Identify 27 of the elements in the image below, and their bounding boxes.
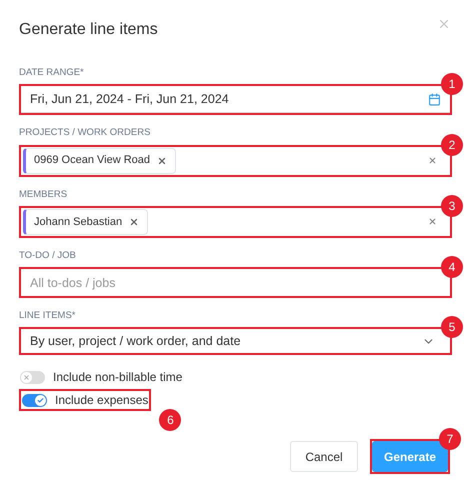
toggle-label: Include non-billable time — [53, 369, 182, 386]
step-number-badge: 6 — [159, 409, 182, 432]
dialog-title: Generate line items — [19, 20, 158, 40]
remove-icon[interactable] — [129, 216, 140, 227]
field-label: PROJECTS / WORK ORDERS — [19, 126, 152, 140]
step-number-badge: 3 — [441, 194, 463, 217]
step-number-badge: 4 — [441, 256, 463, 278]
step-number-badge: 1 — [441, 73, 463, 96]
tag-chip[interactable]: 0969 Ocean View Road — [23, 148, 176, 174]
field-label: DATE RANGE* — [19, 66, 85, 80]
check-icon — [37, 396, 44, 404]
step-number-badge: 7 — [439, 428, 461, 450]
cancel-button[interactable]: Cancel — [290, 441, 358, 472]
field-label: MEMBERS — [19, 188, 68, 202]
remove-icon[interactable] — [157, 156, 167, 166]
field-label: TO-DO / JOB — [19, 248, 77, 263]
step-number-badge: 2 — [441, 134, 463, 156]
field-label: LINE ITEMS* — [19, 309, 76, 323]
clear-icon[interactable] — [428, 156, 437, 165]
calendar-icon[interactable] — [428, 92, 441, 106]
step-number-badge: 5 — [441, 316, 463, 338]
toggle-switch[interactable] — [22, 394, 47, 407]
toggle-switch[interactable] — [20, 370, 45, 384]
toggle-label: Include expenses — [55, 392, 148, 410]
tag-chip[interactable]: Johann Sebastian — [23, 208, 148, 235]
cross-icon — [23, 374, 30, 381]
clear-icon[interactable] — [428, 217, 437, 226]
